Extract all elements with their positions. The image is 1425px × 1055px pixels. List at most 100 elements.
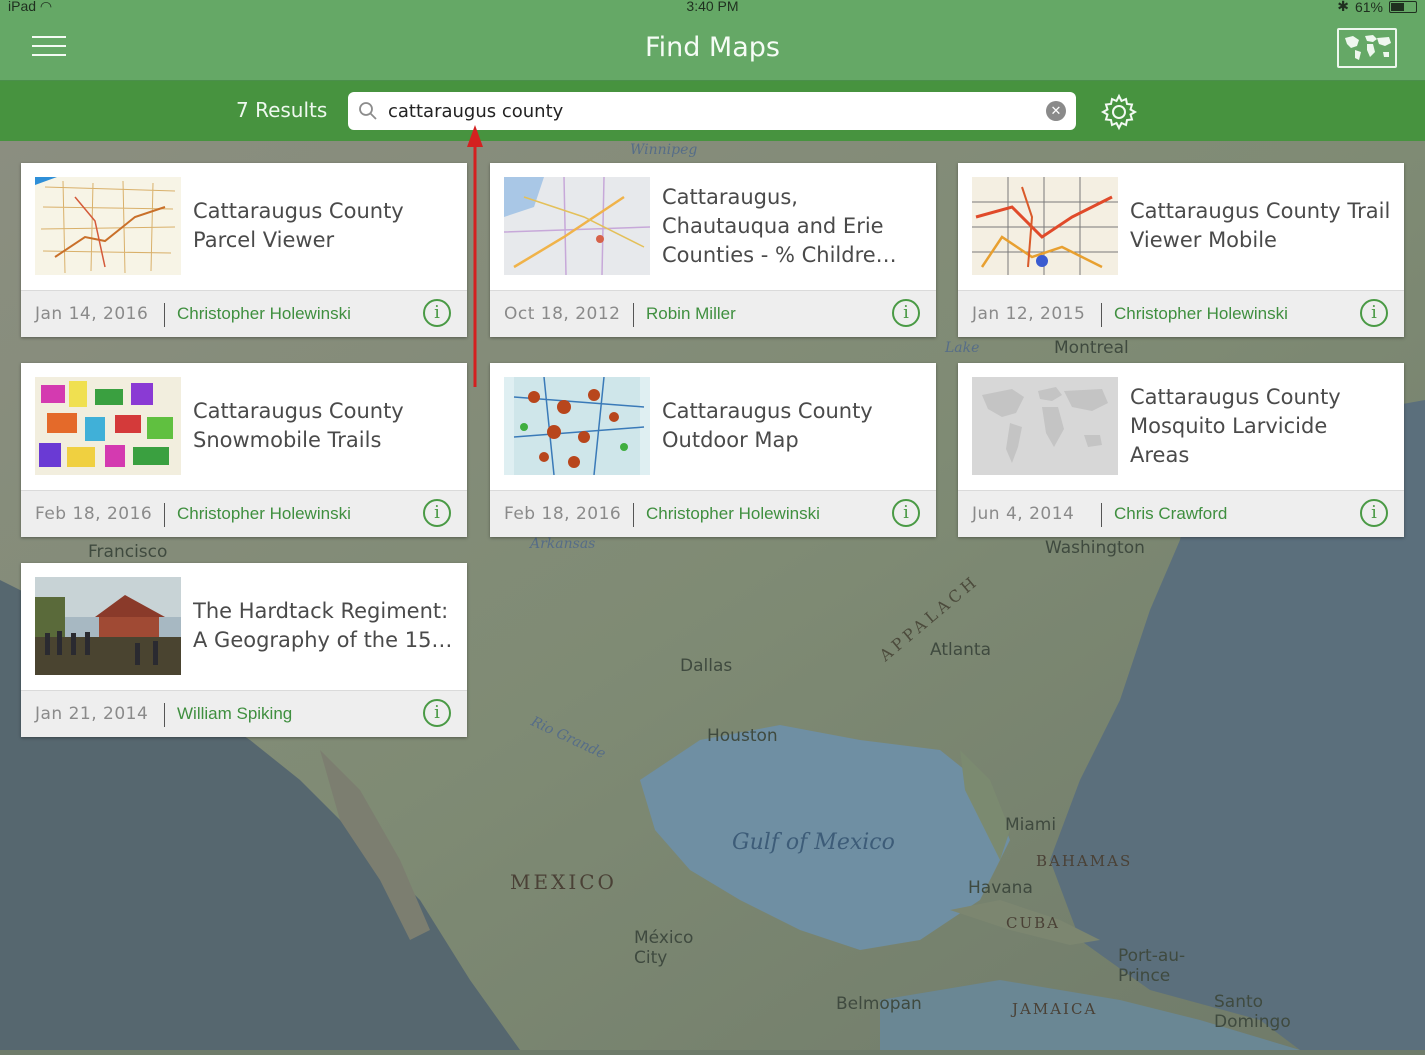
thumbnail-outdoor-map (504, 377, 650, 475)
card-title: Cattaraugus County Trail Viewer Mobile (1130, 177, 1392, 275)
card-owner-link[interactable]: Christopher Holewinski (177, 304, 351, 324)
map-label-gulf-of-mexico: Gulf of Mexico (732, 830, 895, 855)
info-icon[interactable]: i (423, 299, 451, 327)
world-map-icon[interactable] (1337, 28, 1397, 68)
card-title: Cattaraugus County Parcel Viewer (193, 177, 455, 275)
card-title-text: Cattaraugus County Snowmobile Trails (193, 399, 404, 452)
divider (164, 703, 165, 727)
card-title: Cattaraugus, Chautauqua and Erie Countie… (662, 177, 924, 275)
clear-search-icon[interactable]: ✕ (1046, 101, 1066, 121)
map-label-mexico-city: México City (634, 928, 694, 968)
card-title-text: Cattaraugus County Outdoor Map (662, 399, 873, 452)
card-footer: Jan 14, 2016 Christopher Holewinski i (21, 290, 467, 337)
card-date: Jun 4, 2014 (972, 504, 1075, 524)
map-label-lake: Lake (945, 340, 980, 356)
map-label-miami: Miami (1005, 815, 1057, 835)
info-icon[interactable]: i (892, 499, 920, 527)
divider (1101, 503, 1102, 527)
result-card[interactable]: Cattaraugus County Trail Viewer Mobile J… (958, 163, 1404, 337)
card-title: Cattaraugus County Mosquito Larvicide Ar… (1130, 377, 1392, 475)
info-icon[interactable]: i (1360, 299, 1388, 327)
map-label-cuba: CUBA (1006, 914, 1060, 932)
info-icon[interactable]: i (1360, 499, 1388, 527)
thumbnail-painting (35, 577, 181, 675)
info-icon[interactable]: i (423, 699, 451, 727)
card-title-text: Cattaraugus County Mosquito Larvicide Ar… (1130, 384, 1341, 467)
card-title: Cattaraugus County Outdoor Map (662, 377, 924, 475)
card-footer: Feb 18, 2016 Christopher Holewinski i (21, 490, 467, 537)
thumbnail-trail-map (972, 177, 1118, 275)
divider (633, 303, 634, 327)
map-label-francisco: Francisco (88, 542, 168, 562)
map-label-washington: Washington (1045, 538, 1145, 558)
result-card[interactable]: Cattaraugus County Mosquito Larvicide Ar… (958, 363, 1404, 537)
card-owner-link[interactable]: Chris Crawford (1114, 504, 1227, 524)
card-footer: Jan 12, 2015 Christopher Holewinski i (958, 290, 1404, 337)
result-count: 7 Results (236, 98, 328, 122)
info-icon[interactable]: i (892, 299, 920, 327)
status-bar: iPad ◠ 3:40 PM ✱ 61% (0, 0, 1425, 16)
result-card[interactable]: Cattaraugus, Chautauqua and Erie Countie… (490, 163, 936, 337)
card-date: Jan 21, 2014 (35, 704, 149, 724)
result-card[interactable]: Cattaraugus County Outdoor Map Feb 18, 2… (490, 363, 936, 537)
result-card[interactable]: Cattaraugus County Snowmobile Trails Feb… (21, 363, 467, 537)
map-label-winnipeg: Winnipeg (630, 142, 698, 158)
map-label-montreal: Montreal (1054, 338, 1129, 358)
thumbnail-colorful-map (35, 377, 181, 475)
map-label-mexico: MEXICO (510, 870, 617, 894)
result-card[interactable]: The Hardtack Regiment: A Geography of th… (21, 563, 467, 737)
battery-icon (1389, 0, 1417, 13)
card-title-text: Cattaraugus, Chautauqua and Erie Countie… (662, 184, 897, 267)
divider (633, 503, 634, 527)
card-owner-link[interactable]: Christopher Holewinski (1114, 304, 1288, 324)
card-title: Cattaraugus County Snowmobile Trails (193, 377, 455, 475)
card-title-text: The Hardtack Regiment: A Geography of th… (193, 599, 453, 652)
result-card[interactable]: Cattaraugus County Parcel Viewer Jan 14,… (21, 163, 467, 337)
card-title-text: Cattaraugus County Parcel Viewer (193, 199, 404, 252)
map-label-santo-domingo: Santo Domingo (1214, 992, 1291, 1032)
navigation-bar: Find Maps (0, 16, 1425, 81)
card-footer: Feb 18, 2016 Christopher Holewinski i (490, 490, 936, 537)
map-label-havana: Havana (968, 878, 1033, 898)
search-input[interactable] (388, 96, 1028, 126)
map-label-atlanta: Atlanta (930, 640, 991, 660)
map-label-jamaica: JAMAICA (1012, 1000, 1098, 1018)
bluetooth-icon: ✱ (1337, 0, 1349, 14)
card-date: Feb 18, 2016 (504, 504, 622, 524)
status-time: 3:40 PM (686, 0, 739, 14)
card-title-text: Cattaraugus County Trail Viewer Mobile (1130, 199, 1391, 252)
thumbnail-parcel-map (35, 177, 181, 275)
search-toolbar: 7 Results ✕ (0, 81, 1425, 141)
card-owner-link[interactable]: Christopher Holewinski (177, 504, 351, 524)
search-field[interactable]: ✕ (348, 92, 1076, 130)
map-label-arkansas: Arkansas (530, 536, 596, 552)
map-label-houston: Houston (707, 726, 778, 746)
card-owner-link[interactable]: Robin Miller (646, 304, 736, 324)
map-label-dallas: Dallas (680, 656, 733, 676)
divider (164, 303, 165, 327)
divider (164, 503, 165, 527)
card-footer: Oct 18, 2012 Robin Miller i (490, 290, 936, 337)
gear-icon[interactable] (1100, 93, 1138, 131)
card-date: Oct 18, 2012 (504, 304, 621, 324)
annotation-arrow (467, 125, 483, 387)
thumbnail-world-placeholder (972, 377, 1118, 475)
map-label-port-au-prince: Port-au-Prince (1118, 946, 1186, 986)
info-icon[interactable]: i (423, 499, 451, 527)
card-date: Jan 12, 2015 (972, 304, 1086, 324)
card-title: The Hardtack Regiment: A Geography of th… (193, 577, 455, 675)
battery-fill (1391, 2, 1405, 11)
card-footer: Jun 4, 2014 Chris Crawford i (958, 490, 1404, 537)
card-owner-link[interactable]: William Spiking (177, 704, 292, 724)
battery-percent: 61% (1354, 0, 1383, 15)
search-icon (359, 102, 377, 120)
card-owner-link[interactable]: Christopher Holewinski (646, 504, 820, 524)
map-label-belmopan: Belmopan (836, 994, 922, 1014)
status-right: ✱ 61% (1337, 0, 1417, 15)
page-title: Find Maps (645, 32, 780, 63)
card-date: Feb 18, 2016 (35, 504, 153, 524)
world-map-glyph (1345, 35, 1391, 60)
thumbnail-street-map (504, 177, 650, 275)
card-footer: Jan 21, 2014 William Spiking i (21, 690, 467, 737)
card-date: Jan 14, 2016 (35, 304, 149, 324)
